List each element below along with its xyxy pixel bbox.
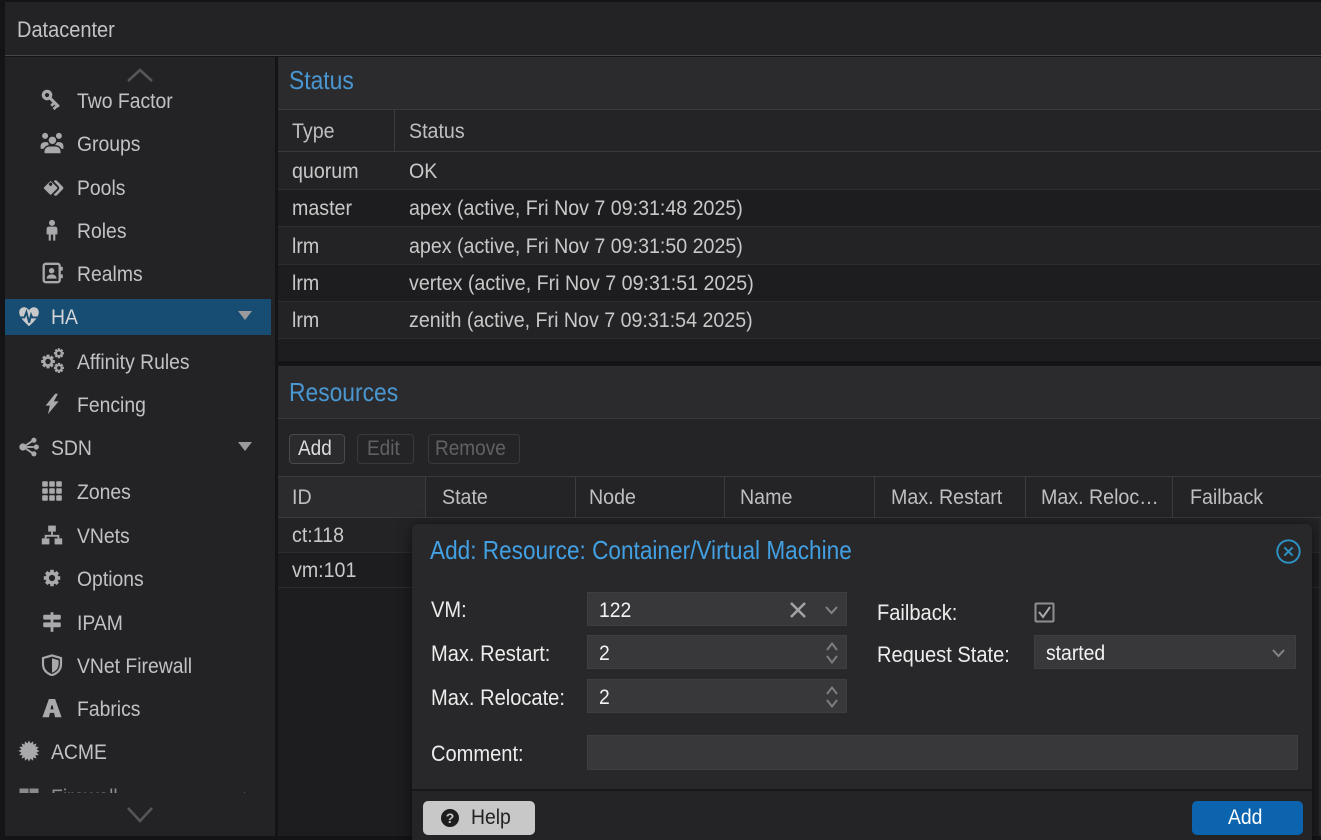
- svg-text:?: ?: [446, 810, 455, 826]
